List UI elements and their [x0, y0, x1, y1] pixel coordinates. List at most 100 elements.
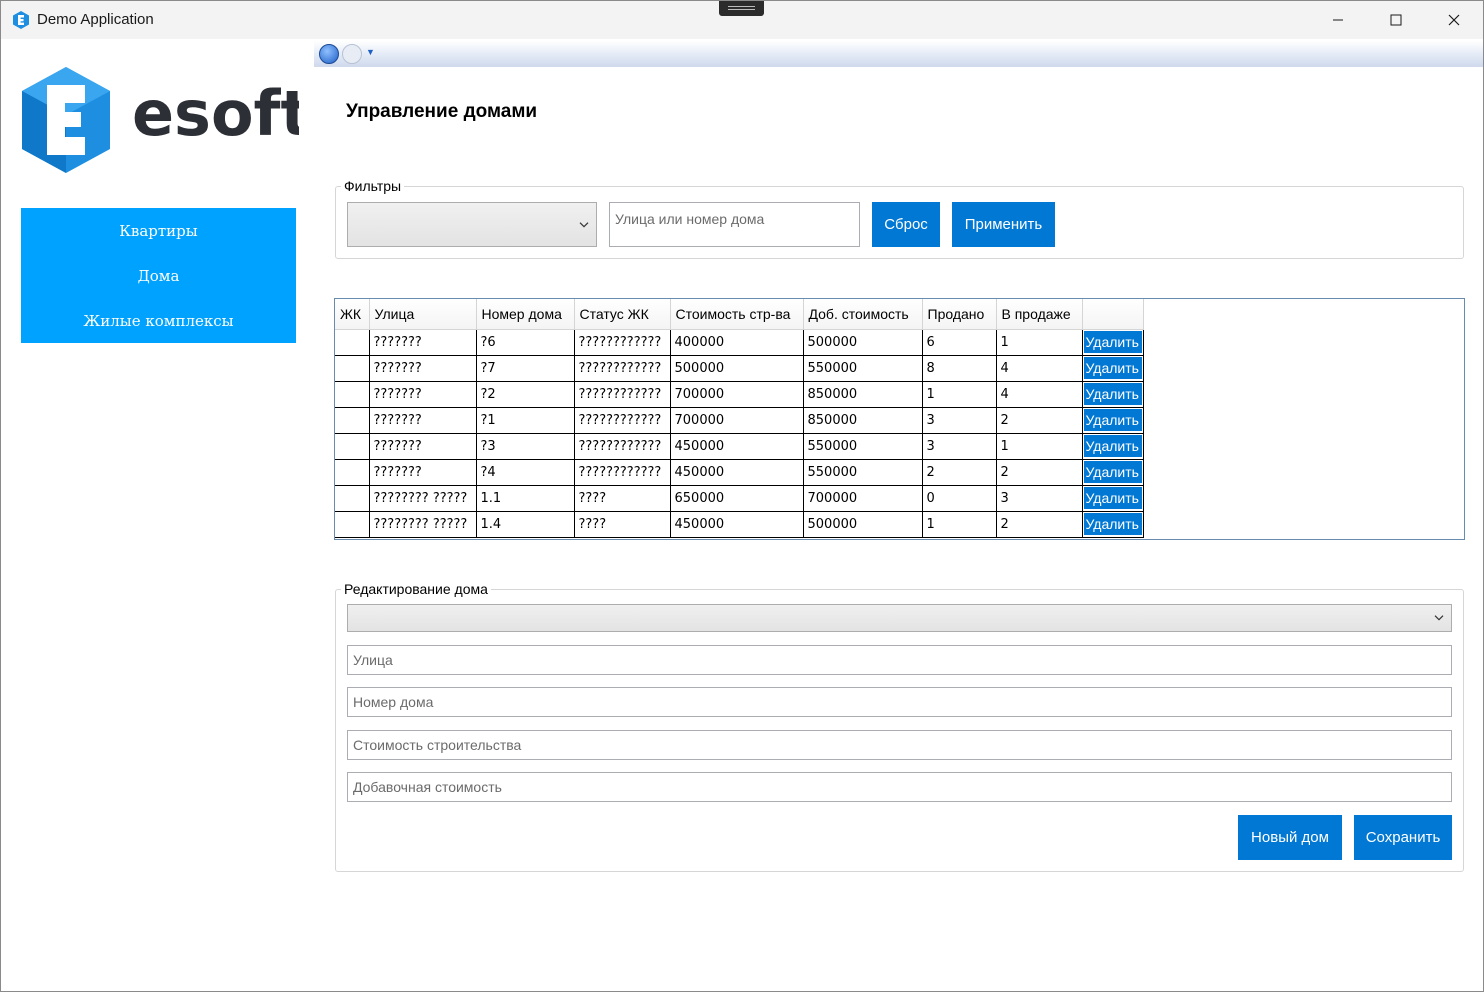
sidebar-item-complexes[interactable]: Жилые комплексы	[21, 312, 296, 330]
table-cell-sold[interactable]: 0	[922, 485, 997, 512]
history-dropdown-icon[interactable]: ▼	[366, 47, 375, 57]
table-cell-status[interactable]: ????????????	[574, 381, 671, 408]
table-cell-on-sale[interactable]: 3	[996, 485, 1083, 512]
table-cell-on-sale[interactable]: 2	[996, 407, 1083, 434]
table-cell-status[interactable]: ????????????	[574, 459, 671, 486]
search-input[interactable]: Улица или номер дома	[609, 202, 860, 247]
construction-cost-field[interactable]: Стоимость строительства	[347, 730, 1452, 760]
table-row[interactable]: ??????? ?6???????????? 400000 500000 6 1 Удали…	[335, 329, 1144, 356]
table-cell-cost[interactable]: 500000	[670, 355, 804, 382]
column-header[interactable]: ЖК	[335, 299, 370, 330]
delete-button[interactable]: Удалить	[1083, 461, 1142, 483]
table-cell-cost[interactable]: 450000	[670, 433, 804, 460]
table-cell-complex[interactable]	[335, 459, 370, 486]
delete-button[interactable]: Удалить	[1083, 487, 1142, 509]
table-cell-cost[interactable]: 400000	[670, 329, 804, 356]
table-cell-complex[interactable]	[335, 407, 370, 434]
table-cell-number[interactable]: ?4	[476, 459, 575, 486]
table-row[interactable]: ??????? ?4???????????? 450000 550000 2 2 Удали…	[335, 459, 1144, 486]
table-cell-status[interactable]: ????	[574, 485, 671, 512]
table-cell-on-sale[interactable]: 4	[996, 355, 1083, 382]
table-cell-cost[interactable]: 700000	[670, 407, 804, 434]
table-cell-complex[interactable]	[335, 485, 370, 512]
table-cell-number[interactable]: 1.4	[476, 511, 575, 538]
table-cell-street[interactable]: ???????? ?????	[369, 511, 477, 538]
delete-button[interactable]: Удалить	[1083, 357, 1142, 379]
column-header[interactable]: Номер дома	[476, 299, 575, 330]
table-cell-status[interactable]: ????????????	[574, 329, 671, 356]
table-cell-sold[interactable]: 3	[922, 433, 997, 460]
table-row[interactable]: ??????? ?3???????????? 450000 550000 3 1 Удали…	[335, 433, 1144, 460]
delete-button[interactable]: Удалить	[1083, 513, 1142, 535]
table-row[interactable]: ???????? ????? 1.4???? 450000 500000 1 2 Удали…	[335, 511, 1144, 538]
table-cell-sold[interactable]: 3	[922, 407, 997, 434]
column-header[interactable]: Улица	[369, 299, 477, 330]
back-icon[interactable]	[319, 44, 339, 64]
table-cell-status[interactable]: ????	[574, 511, 671, 538]
table-cell-sold[interactable]: 1	[922, 381, 997, 408]
delete-button[interactable]: Удалить	[1083, 331, 1142, 353]
table-cell-complex[interactable]	[335, 433, 370, 460]
complex-edit-select[interactable]	[347, 604, 1452, 632]
table-cell-extra[interactable]: 500000	[803, 329, 923, 356]
sidebar-item-apartments[interactable]: Квартиры	[21, 222, 296, 240]
sidebar-item-houses[interactable]: Дома	[21, 267, 296, 285]
reset-button[interactable]: Сброс	[872, 202, 940, 247]
table-cell-extra[interactable]: 850000	[803, 381, 923, 408]
table-cell-cost[interactable]: 650000	[670, 485, 804, 512]
table-row[interactable]: ???????? ????? 1.1???? 650000 700000 0 3 Удали…	[335, 485, 1144, 512]
title-bar[interactable]: Demo Application	[1, 1, 1483, 39]
delete-button[interactable]: Удалить	[1083, 435, 1142, 457]
forward-icon[interactable]	[342, 44, 362, 64]
table-cell-extra[interactable]: 700000	[803, 485, 923, 512]
new-house-button[interactable]: Новый дом	[1238, 815, 1342, 860]
table-cell-complex[interactable]	[335, 511, 370, 538]
table-cell-street[interactable]: ???????	[369, 459, 477, 486]
table-row[interactable]: ??????? ?1???????????? 700000 850000 3 2 Удали…	[335, 407, 1144, 434]
table-cell-complex[interactable]	[335, 355, 370, 382]
column-header[interactable]: В продаже	[996, 299, 1083, 330]
table-cell-extra[interactable]: 550000	[803, 459, 923, 486]
table-cell-cost[interactable]: 450000	[670, 511, 804, 538]
table-cell-on-sale[interactable]: 1	[996, 433, 1083, 460]
table-cell-number[interactable]: ?7	[476, 355, 575, 382]
table-cell-extra[interactable]: 850000	[803, 407, 923, 434]
apply-button[interactable]: Применить	[952, 202, 1055, 247]
table-cell-complex[interactable]	[335, 381, 370, 408]
table-cell-sold[interactable]: 6	[922, 329, 997, 356]
table-cell-status[interactable]: ????????????	[574, 433, 671, 460]
table-cell-sold[interactable]: 2	[922, 459, 997, 486]
table-cell-number[interactable]: ?2	[476, 381, 575, 408]
table-cell-number[interactable]: ?3	[476, 433, 575, 460]
table-row[interactable]: ??????? ?2???????????? 700000 850000 1 4 Удали…	[335, 381, 1144, 408]
extra-cost-field[interactable]: Добавочная стоимость	[347, 772, 1452, 802]
table-cell-complex[interactable]	[335, 329, 370, 356]
table-cell-sold[interactable]: 8	[922, 355, 997, 382]
table-cell-cost[interactable]: 450000	[670, 459, 804, 486]
house-number-field[interactable]: Номер дома	[347, 687, 1452, 717]
table-cell-extra[interactable]: 550000	[803, 355, 923, 382]
table-cell-on-sale[interactable]: 1	[996, 329, 1083, 356]
close-button[interactable]	[1425, 1, 1483, 39]
table-cell-extra[interactable]: 550000	[803, 433, 923, 460]
houses-table[interactable]: ЖК Улица Номер дома Статус ЖК Стоимость …	[334, 298, 1465, 540]
delete-button[interactable]: Удалить	[1083, 383, 1142, 405]
table-cell-extra[interactable]: 500000	[803, 511, 923, 538]
column-header[interactable]: Стоимость стр-ва	[670, 299, 804, 330]
save-button[interactable]: Сохранить	[1354, 815, 1452, 860]
table-cell-on-sale[interactable]: 2	[996, 459, 1083, 486]
minimize-button[interactable]	[1309, 1, 1367, 39]
table-cell-street[interactable]: ???????	[369, 381, 477, 408]
complex-filter-select[interactable]	[347, 202, 597, 247]
delete-button[interactable]: Удалить	[1083, 409, 1142, 431]
table-cell-status[interactable]: ????????????	[574, 407, 671, 434]
table-cell-number[interactable]: ?1	[476, 407, 575, 434]
table-cell-number[interactable]: ?6	[476, 329, 575, 356]
drag-handle[interactable]	[719, 1, 764, 16]
table-cell-status[interactable]: ????????????	[574, 355, 671, 382]
column-header[interactable]: Доб. стоимость	[803, 299, 923, 330]
table-cell-on-sale[interactable]: 2	[996, 511, 1083, 538]
column-header[interactable]: Продано	[922, 299, 997, 330]
table-cell-cost[interactable]: 700000	[670, 381, 804, 408]
table-cell-street[interactable]: ???????	[369, 433, 477, 460]
